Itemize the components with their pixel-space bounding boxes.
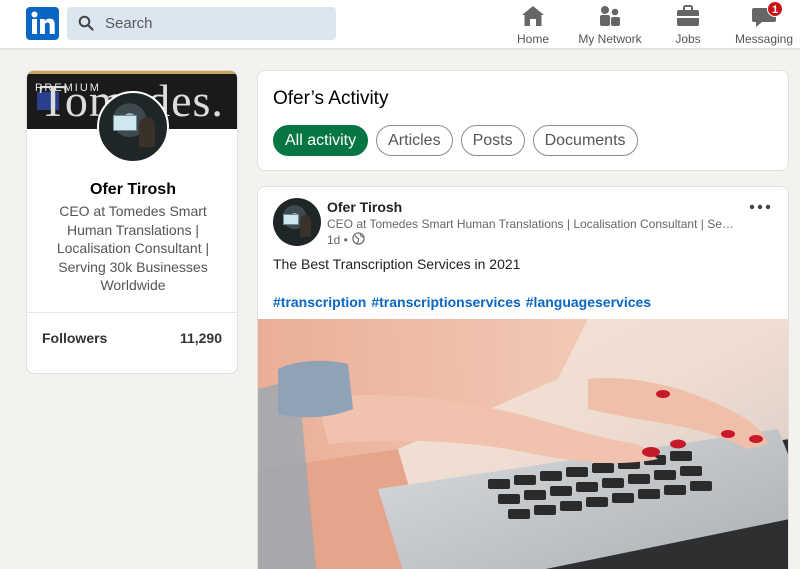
- post-text: The Best Transcription Services in 2021: [273, 256, 521, 272]
- followers-label[interactable]: Followers: [42, 330, 107, 346]
- nav-messaging-label: Messaging: [734, 32, 794, 46]
- profile-headline: CEO at Tomedes Smart Human Translations …: [56, 203, 210, 293]
- filter-articles[interactable]: Articles: [376, 125, 453, 156]
- search-icon: [78, 15, 94, 36]
- divider: [27, 312, 237, 313]
- hashtag-link[interactable]: #transcription: [273, 294, 366, 310]
- search-input[interactable]: [105, 7, 325, 40]
- laptop-typing-photo: [258, 319, 788, 569]
- network-icon: [597, 4, 623, 28]
- nav-my-network-label: My Network: [578, 32, 642, 46]
- avatar-photo-person: [139, 117, 155, 147]
- briefcase-icon: [675, 4, 701, 28]
- more-options-icon[interactable]: [748, 199, 772, 215]
- activity-card: Ofer’s Activity All activity Articles Po…: [257, 70, 789, 171]
- post-author-avatar[interactable]: [273, 198, 321, 246]
- hashtag-link[interactable]: #transcriptionservices: [371, 294, 520, 310]
- filter-posts[interactable]: Posts: [460, 125, 525, 156]
- followers-count[interactable]: 11,290: [180, 330, 222, 346]
- globe-icon: [352, 232, 365, 248]
- top-nav: Home My Network Jobs 1: [0, 0, 800, 49]
- post-hashtags: #transcription #transcriptionservices #l…: [273, 294, 651, 310]
- hashtag-link[interactable]: #languageservices: [526, 294, 651, 310]
- nav-jobs[interactable]: Jobs: [668, 0, 708, 49]
- post-meta: 1d •: [327, 232, 365, 248]
- avatar-photo-person: [300, 215, 311, 237]
- nav-home-label: Home: [516, 32, 549, 46]
- notification-badge: 1: [767, 1, 783, 17]
- avatar-photo-screen: [113, 115, 137, 131]
- profile-card: Tomedes. PREMIUM Ofer Tirosh CEO at Tome…: [26, 70, 238, 374]
- post-author-headline: CEO at Tomedes Smart Human Translations …: [327, 217, 737, 231]
- nav-home[interactable]: Home: [510, 0, 556, 49]
- profile-avatar[interactable]: [97, 91, 169, 163]
- search-box[interactable]: [67, 7, 336, 40]
- linkedin-logo-icon[interactable]: [26, 7, 59, 40]
- premium-label: PREMIUM: [35, 82, 101, 94]
- post-card: Ofer Tirosh CEO at Tomedes Smart Human T…: [257, 186, 789, 569]
- post-author-name[interactable]: Ofer Tirosh: [327, 199, 402, 215]
- activity-filter-tabs: All activity Articles Posts Documents: [273, 125, 638, 156]
- nav-messaging[interactable]: 1 Messaging: [730, 0, 798, 49]
- messaging-icon: 1: [751, 1, 783, 28]
- profile-name[interactable]: Ofer Tirosh: [27, 181, 237, 199]
- post-time: 1d •: [327, 233, 348, 247]
- nav-jobs-label: Jobs: [675, 32, 701, 46]
- post-image[interactable]: [258, 319, 788, 569]
- filter-all-activity[interactable]: All activity: [273, 125, 369, 156]
- filter-documents[interactable]: Documents: [532, 125, 638, 156]
- avatar-photo-screen: [283, 214, 299, 225]
- page-title: Ofer’s Activity: [273, 88, 389, 109]
- home-icon: [520, 4, 546, 28]
- nav-my-network[interactable]: My Network: [572, 0, 648, 49]
